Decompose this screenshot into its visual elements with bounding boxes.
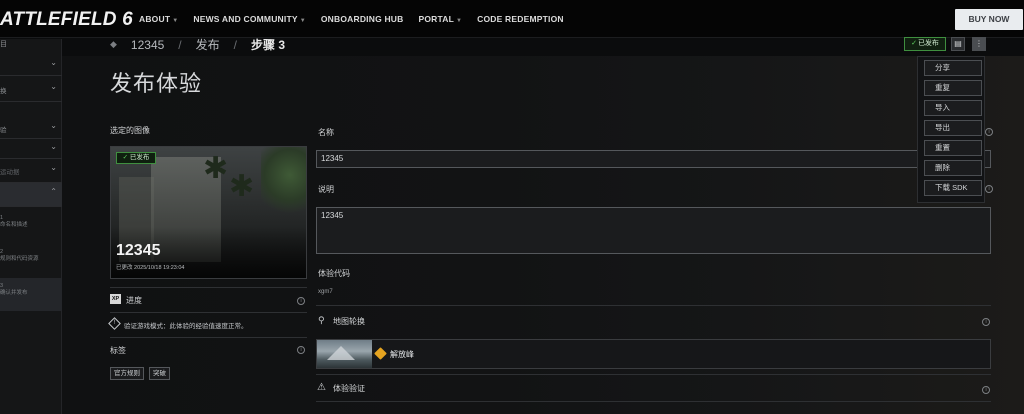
menu-item-export[interactable]: 导出 [924, 120, 982, 136]
breadcrumb-separator: / [233, 37, 237, 52]
map-pin-icon: ⚲ [318, 315, 325, 325]
nav-link-onboarding[interactable]: ONBOARDING HUB [321, 14, 404, 24]
check-icon: ✓ [911, 40, 917, 47]
validation-message: 验证游戏模式：此体验的经验值速度正常。 [124, 323, 248, 330]
experience-code-label: 体验代码 [318, 269, 350, 278]
save-icon: ▤ [954, 39, 962, 48]
menu-item-duplicate[interactable]: 重复 [924, 80, 982, 96]
sidebar-item-0[interactable]: ⌄ [0, 53, 62, 76]
sidebar-item-1[interactable]: 换 ⌄ [0, 76, 62, 102]
xp-icon: XP [110, 294, 121, 304]
selected-image-label: 选定的图像 [110, 126, 150, 135]
menu-item-delete[interactable]: 删除 [924, 160, 982, 176]
image-title: 12345 [116, 242, 161, 259]
chevron-down-icon: ▼ [299, 18, 306, 24]
check-icon: ✓ [122, 154, 129, 161]
chevron-up-icon: ⌃ [50, 187, 57, 196]
divider [110, 337, 307, 338]
breadcrumb-experience[interactable]: 12345 [131, 38, 164, 52]
menu-item-reset[interactable]: 重置 [924, 140, 982, 156]
sidebar-step-1[interactable]: 1 命名和描述 [0, 215, 28, 229]
map-rotation-item[interactable]: 解放峰 [316, 339, 991, 369]
chevron-down-icon: ▼ [455, 18, 463, 24]
buy-now-button[interactable]: BUY NOW [955, 9, 1023, 30]
info-icon[interactable]: i [297, 297, 305, 305]
sidebar-item-3[interactable]: ⌄ [0, 139, 62, 159]
image-foliage [261, 147, 306, 217]
progress-label: 进度 [126, 296, 142, 305]
info-icon[interactable]: i [982, 318, 990, 326]
divider [316, 401, 991, 402]
info-icon[interactable]: i [985, 185, 993, 193]
chevron-down-icon: ⌄ [50, 163, 57, 172]
chevron-down-icon: ⌄ [50, 121, 57, 130]
description-textarea[interactable]: 12345 [316, 207, 991, 254]
chevron-down-icon: ▼ [172, 18, 179, 24]
more-options-menu: 分享 重复 导入 导出 重置 删除 下载 SDK [917, 56, 985, 203]
menu-item-share[interactable]: 分享 [924, 60, 982, 76]
chevron-down-icon: ⌄ [50, 82, 57, 91]
divider [110, 312, 307, 313]
palm-tree-icon: ✱ [229, 170, 255, 203]
divider [316, 305, 991, 306]
experience-code-value: xgm7 [318, 289, 333, 295]
info-icon[interactable]: i [297, 346, 305, 354]
nav-link-code-redemption[interactable]: CODE REDEMPTION [477, 14, 564, 24]
divider [316, 374, 991, 375]
sidebar-title: 目 [0, 41, 7, 48]
sidebar-item-publish[interactable]: ⌃ [0, 183, 62, 207]
breadcrumb-publish[interactable]: 发布 [196, 36, 220, 53]
image-published-badge: ✓ 已发布 [116, 152, 156, 164]
main-nav-links: ABOUT ▼ NEWS AND COMMUNITY ▼ ONBOARDING HU… [139, 14, 564, 24]
game-logo[interactable]: ATTLEFIELD 6 [0, 9, 133, 31]
info-icon[interactable]: i [985, 128, 993, 136]
map-rotation-label: 地图轮换 [333, 317, 365, 326]
tag-breakthrough[interactable]: 突破 [149, 367, 170, 380]
page-title: 发布体验 [110, 71, 203, 96]
chevron-down-icon: ⌄ [50, 142, 57, 151]
save-button[interactable]: ▤ [951, 37, 965, 51]
map-tag-icon [374, 347, 387, 360]
divider [110, 287, 307, 288]
experience-verification-label: 体验验证 [333, 384, 365, 393]
sidebar: 目 ⌄ 换 ⌄ 验 ⌄ ⌄ 运动据 ⌄ ⌃ 1 命名和描述 2 规则和代码资源 3确… [0, 39, 62, 414]
sidebar-step-2[interactable]: 2 规则和代码资源 [0, 249, 39, 263]
warning-triangle-icon: ⚠ [317, 382, 326, 393]
chevron-down-icon: ⌄ [50, 58, 57, 67]
image-modified-date: 已更改 2025/10/18 19:23:04 [116, 265, 185, 271]
sidebar-step-3-active[interactable]: 3 确认并发布 [0, 278, 62, 311]
palm-tree-icon: ✱ [203, 152, 229, 185]
description-field-label: 说明 [318, 185, 334, 194]
name-input[interactable]: 12345 [316, 150, 991, 168]
map-thumbnail [317, 340, 372, 368]
portal-logo-icon: ◆ [110, 39, 117, 49]
published-status-badge: ✓已发布 [904, 37, 946, 51]
top-navigation-bar: ATTLEFIELD 6 ABOUT ▼ NEWS AND COMMUNITY ▼ … [0, 0, 1024, 38]
more-vertical-icon: ⋮ [975, 39, 983, 48]
nav-link-portal[interactable]: PORTAL ▼ [418, 14, 462, 24]
menu-item-download-sdk[interactable]: 下载 SDK [924, 180, 982, 196]
tags-label: 标签 [110, 346, 126, 355]
breadcrumb: ◆ 12345 / 发布 / 步骤 3 [110, 36, 285, 53]
breadcrumb-current-step: 步骤 3 [251, 38, 286, 52]
name-field-label: 名称 [318, 128, 334, 137]
map-name: 解放峰 [390, 350, 414, 359]
sidebar-item-4[interactable]: 运动据 ⌄ [0, 159, 62, 183]
menu-item-import[interactable]: 导入 [924, 100, 982, 116]
nav-link-about[interactable]: ABOUT ▼ [139, 14, 178, 24]
sidebar-item-2[interactable]: 验 ⌄ [0, 117, 62, 139]
nav-link-news[interactable]: NEWS AND COMMUNITY ▼ [193, 14, 305, 24]
more-options-button[interactable]: ⋮ [972, 37, 986, 51]
breadcrumb-separator: / [178, 37, 182, 52]
tag-official-rules[interactable]: 官方规则 [110, 367, 144, 380]
info-icon[interactable]: i [982, 386, 990, 394]
